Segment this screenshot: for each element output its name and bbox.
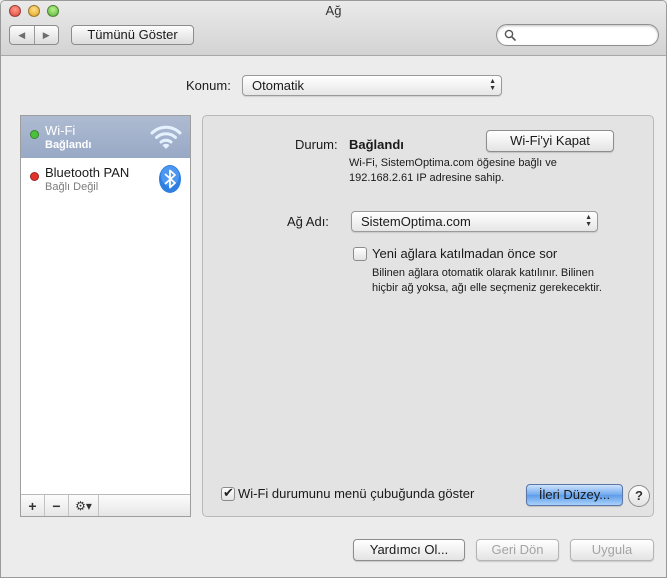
popup-arrows-icon: ▲ ▼: [489, 78, 496, 92]
advanced-button[interactable]: İleri Düzey...: [526, 484, 623, 506]
help-button[interactable]: ?: [628, 485, 650, 507]
ask-to-join-description: Bilinen ağlara otomatik olarak katılınır…: [372, 267, 602, 294]
status-label: Durum:: [295, 137, 338, 152]
show-all-button[interactable]: Tümünü Göster: [71, 25, 194, 45]
service-item-wifi[interactable]: Wi-Fi Bağlandı: [21, 116, 190, 158]
service-item-bluetooth-pan[interactable]: Bluetooth PAN Bağlı Değil: [21, 158, 190, 200]
turn-wifi-off-button[interactable]: Wi-Fi'yi Kapat: [486, 130, 614, 152]
ask-to-join-label[interactable]: Yeni ağlara katılmadan önce sor: [372, 246, 557, 261]
assist-me-button[interactable]: Yardımcı Ol...: [353, 539, 465, 561]
service-name: Wi-Fi: [45, 123, 76, 138]
ask-to-join-checkbox[interactable]: [353, 247, 367, 261]
remove-service-button[interactable]: −: [45, 495, 69, 516]
location-value: Otomatik: [252, 78, 305, 93]
wifi-icon: [150, 125, 182, 149]
status-description: Wi-Fi, SistemOptima.com öğesine bağlı ve…: [349, 157, 557, 184]
location-label: Konum:: [186, 78, 231, 93]
show-in-menubar-label[interactable]: Wi-Fi durumunu menü çubuğunda göster: [238, 486, 474, 501]
gear-menu-button[interactable]: ⚙▾: [69, 495, 99, 516]
network-name-value: SistemOptima.com: [361, 214, 471, 229]
network-name-label: Ağ Adı:: [287, 214, 329, 229]
revert-button[interactable]: Geri Dön: [476, 539, 559, 561]
network-name-popup[interactable]: SistemOptima.com ▲ ▼: [351, 211, 598, 232]
service-name: Bluetooth PAN: [45, 165, 130, 180]
status-dot-green-icon: [30, 130, 39, 139]
apply-button[interactable]: Uygula: [570, 539, 654, 561]
search-icon: [504, 29, 516, 41]
back-arrow-icon[interactable]: ◀: [10, 26, 34, 44]
service-list: Wi-Fi Bağlandı Bluetooth PAN Bağlı Değil…: [20, 115, 191, 517]
network-preferences-window: Ağ ◀ ▶ Tümünü Göster Konum: Otomatik ▲ ▼ …: [0, 0, 667, 578]
status-dot-red-icon: [30, 172, 39, 181]
search-field[interactable]: [496, 24, 659, 46]
location-popup[interactable]: Otomatik ▲ ▼: [242, 75, 502, 96]
status-value: Bağlandı: [349, 137, 404, 152]
service-status: Bağlandı: [45, 139, 92, 151]
toolbar: Ağ ◀ ▶ Tümünü Göster: [1, 1, 666, 56]
service-list-toolbar: + − ⚙▾: [21, 494, 190, 516]
service-status: Bağlı Değil: [45, 181, 99, 193]
forward-arrow-icon[interactable]: ▶: [33, 26, 59, 44]
add-service-button[interactable]: +: [21, 495, 45, 516]
window-title: Ağ: [325, 3, 342, 18]
back-forward-control: ◀ ▶: [9, 25, 59, 45]
show-in-menubar-checkbox[interactable]: [221, 485, 235, 501]
search-input[interactable]: [521, 27, 651, 43]
popup-arrows-icon: ▲ ▼: [585, 214, 592, 228]
bluetooth-icon: [159, 165, 181, 193]
